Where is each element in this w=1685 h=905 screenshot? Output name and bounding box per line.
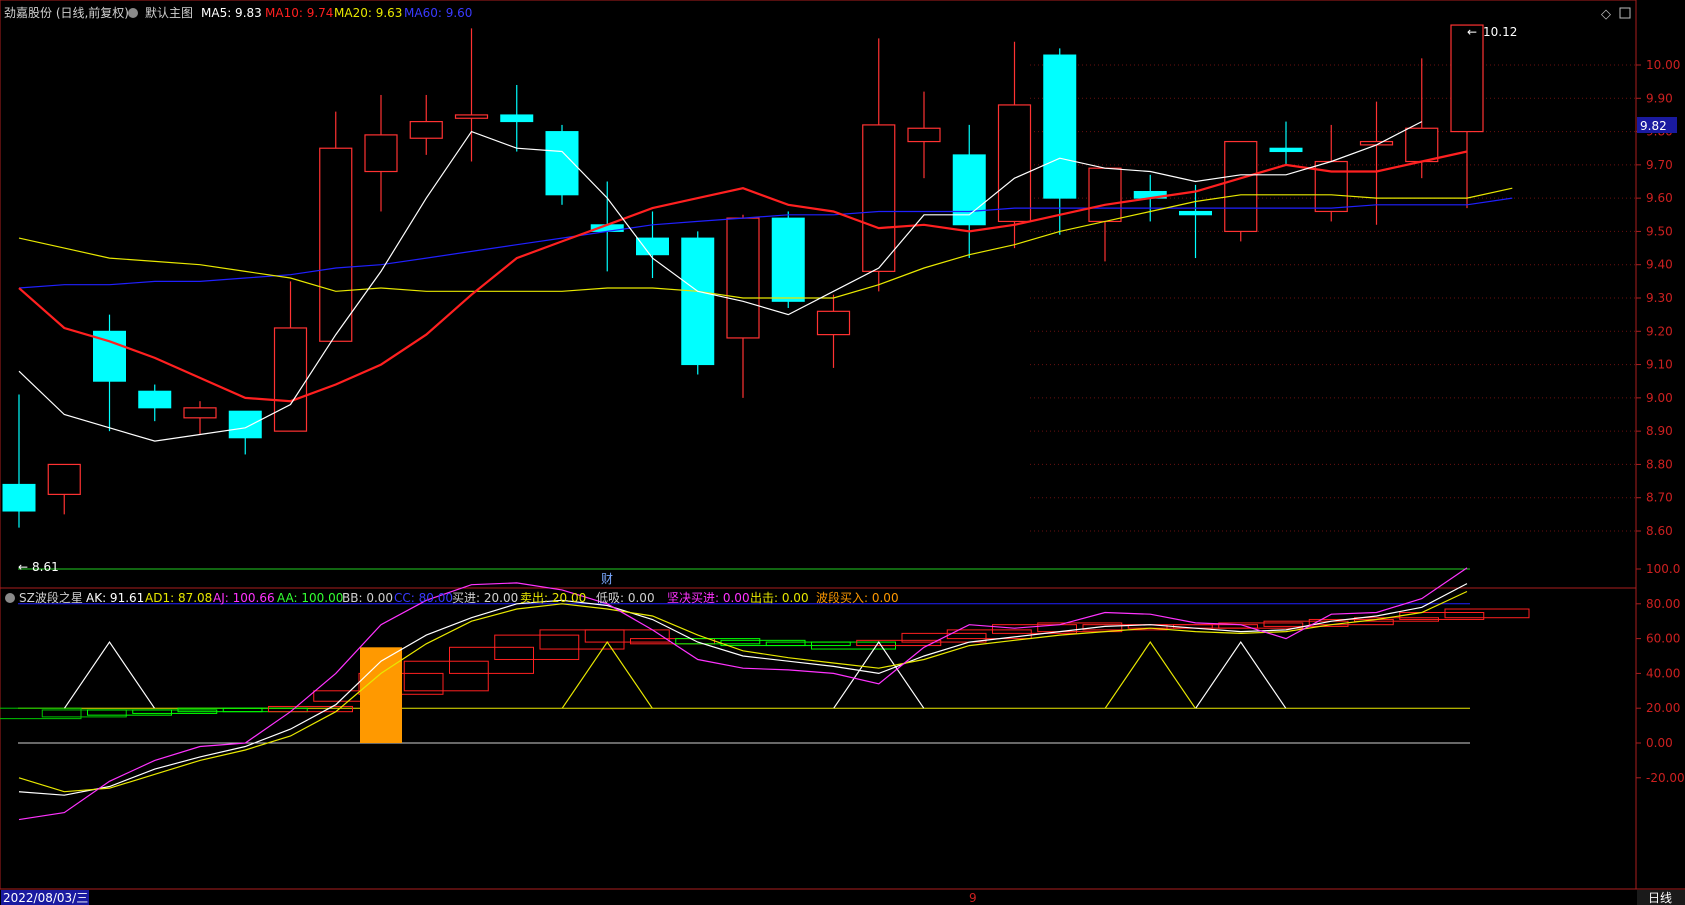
indicator-panel-frame: [0, 587, 1637, 890]
high-arrow-icon: ←: [1467, 25, 1477, 39]
candle-body-up: [183, 407, 217, 419]
ma60-label: MA60: 9.60: [404, 6, 472, 20]
indicator-tick-label: 20.00: [1646, 701, 1680, 715]
firm-buy-label: 坚决买进: 0.00: [667, 591, 750, 605]
candle-body-up: [273, 327, 308, 432]
candle-body-down: [771, 217, 805, 302]
bb-label: BB: 0.00: [342, 591, 393, 605]
candle-body-up: [726, 217, 760, 339]
price-tick-label: 9.30: [1646, 291, 1673, 305]
indicator-tick-label: 0.00: [1646, 736, 1673, 750]
candle-body-up: [816, 310, 851, 336]
price-tick-label: 9.00: [1646, 391, 1673, 405]
candle-body-up: [47, 463, 81, 495]
candle-body-up: [454, 114, 489, 119]
ma5-label: MA5: 9.83: [201, 6, 262, 20]
candle-body-up: [1405, 127, 1439, 163]
ma10-label: MA10: 9.74: [265, 6, 333, 20]
wave-buy-label: 波段买入: 0.00: [816, 590, 899, 605]
low-price-label: 8.61: [32, 560, 59, 574]
candle-body-up: [907, 127, 941, 143]
candle[interactable]: [771, 211, 805, 308]
indicator-axis: 100.0 80.00 60.00 40.00 20.00 0.00 -20.00: [1636, 562, 1685, 785]
footer-marker: 9: [969, 891, 977, 905]
high-price-label: 10.12: [1483, 25, 1517, 39]
current-price-label: 9.82: [1640, 119, 1667, 133]
indicator-name[interactable]: SZ波段之星: [19, 590, 83, 605]
indicator-tick-label: 80.00: [1646, 597, 1680, 611]
buy-label: 买进: 20.00: [452, 591, 518, 605]
indicator-tick-label: 40.00: [1646, 666, 1680, 680]
aj-label: AJ: 100.66: [213, 591, 275, 605]
main-panel-frame: [0, 0, 1637, 589]
candle-body-up: [1224, 140, 1258, 233]
candle-body-down: [2, 483, 36, 512]
candle-body-up: [862, 124, 896, 272]
candle-body-up: [1088, 167, 1122, 223]
candle-body-up: [319, 147, 353, 342]
high-price-marker: ← 10.12: [1467, 25, 1517, 39]
footer-period[interactable]: 日线: [1648, 891, 1672, 905]
price-tick-label: 9.40: [1646, 258, 1673, 272]
indicator-header: SZ波段之星 AK: 91.61 AD1: 87.08 AJ: 100.66 A…: [5, 590, 899, 605]
price-tick-label: 8.70: [1646, 491, 1673, 505]
ad1-label: AD1: 87.08: [145, 591, 212, 605]
settings-dot-icon[interactable]: [128, 8, 138, 18]
ma20-label: MA20: 9.63: [334, 6, 402, 20]
stock-chart[interactable]: 10.009.909.809.709.609.509.409.309.209.1…: [0, 0, 1685, 905]
price-tick-label: 9.50: [1646, 224, 1673, 238]
candle-body-down: [500, 114, 534, 123]
indicator-settings-dot-icon[interactable]: [5, 593, 15, 603]
candle-body-up: [409, 120, 443, 139]
price-tick-label: 10.00: [1646, 58, 1680, 72]
candle-body-down: [1043, 54, 1077, 199]
indicator-tick-label: 60.00: [1646, 632, 1680, 646]
candle[interactable]: [545, 124, 579, 205]
main-chart-label[interactable]: 默认主图: [145, 5, 193, 20]
stock-title[interactable]: 劲嘉股份 (日线,前复权): [4, 5, 129, 20]
candle-body-down: [1179, 210, 1212, 216]
footer-date: 2022/08/03/三: [3, 891, 88, 905]
price-tick-label: 9.10: [1646, 358, 1673, 372]
candle-body-down: [228, 410, 262, 439]
price-tick-label: 9.20: [1646, 324, 1673, 338]
candle-body-up: [1450, 24, 1484, 133]
candle-body-down: [636, 237, 669, 256]
dip-label: 低吸: 0.00: [596, 591, 655, 605]
price-tick-label: 9.60: [1646, 191, 1673, 205]
candle[interactable]: [1224, 140, 1258, 242]
finance-marker[interactable]: 财: [601, 572, 613, 586]
aa-label: AA: 100.00: [277, 591, 343, 605]
candle-body-up: [997, 104, 1032, 223]
candle-body-down: [681, 237, 715, 366]
price-tick-label: 8.80: [1646, 457, 1673, 471]
cc-label: CC: 80.00: [394, 591, 453, 605]
diamond-icon[interactable]: ◇: [1601, 7, 1611, 22]
indicator-tick-label: -20.00: [1646, 771, 1685, 785]
candle-body-up: [364, 134, 398, 173]
indicator-tick-label: 100.0: [1646, 562, 1680, 576]
ak-label: AK: 91.61: [86, 591, 144, 605]
sell-label: 卖出: 20.00: [520, 591, 586, 605]
price-tick-label: 9.90: [1646, 91, 1673, 105]
candle-body-down: [1269, 147, 1303, 153]
strike-label: 出击: 0.00: [750, 591, 809, 605]
price-tick-label: 8.90: [1646, 424, 1673, 438]
candle[interactable]: [681, 231, 715, 375]
current-price-tag: 9.82: [1637, 117, 1677, 133]
candle-body-down: [138, 390, 172, 409]
price-tick-label: 9.70: [1646, 158, 1673, 172]
low-arrow-icon: ←: [18, 560, 28, 574]
footer-bar: 2022/08/03/三 9 日线: [1, 890, 1685, 905]
low-price-marker: ← 8.61: [18, 560, 59, 574]
price-tick-label: 8.60: [1646, 524, 1673, 538]
